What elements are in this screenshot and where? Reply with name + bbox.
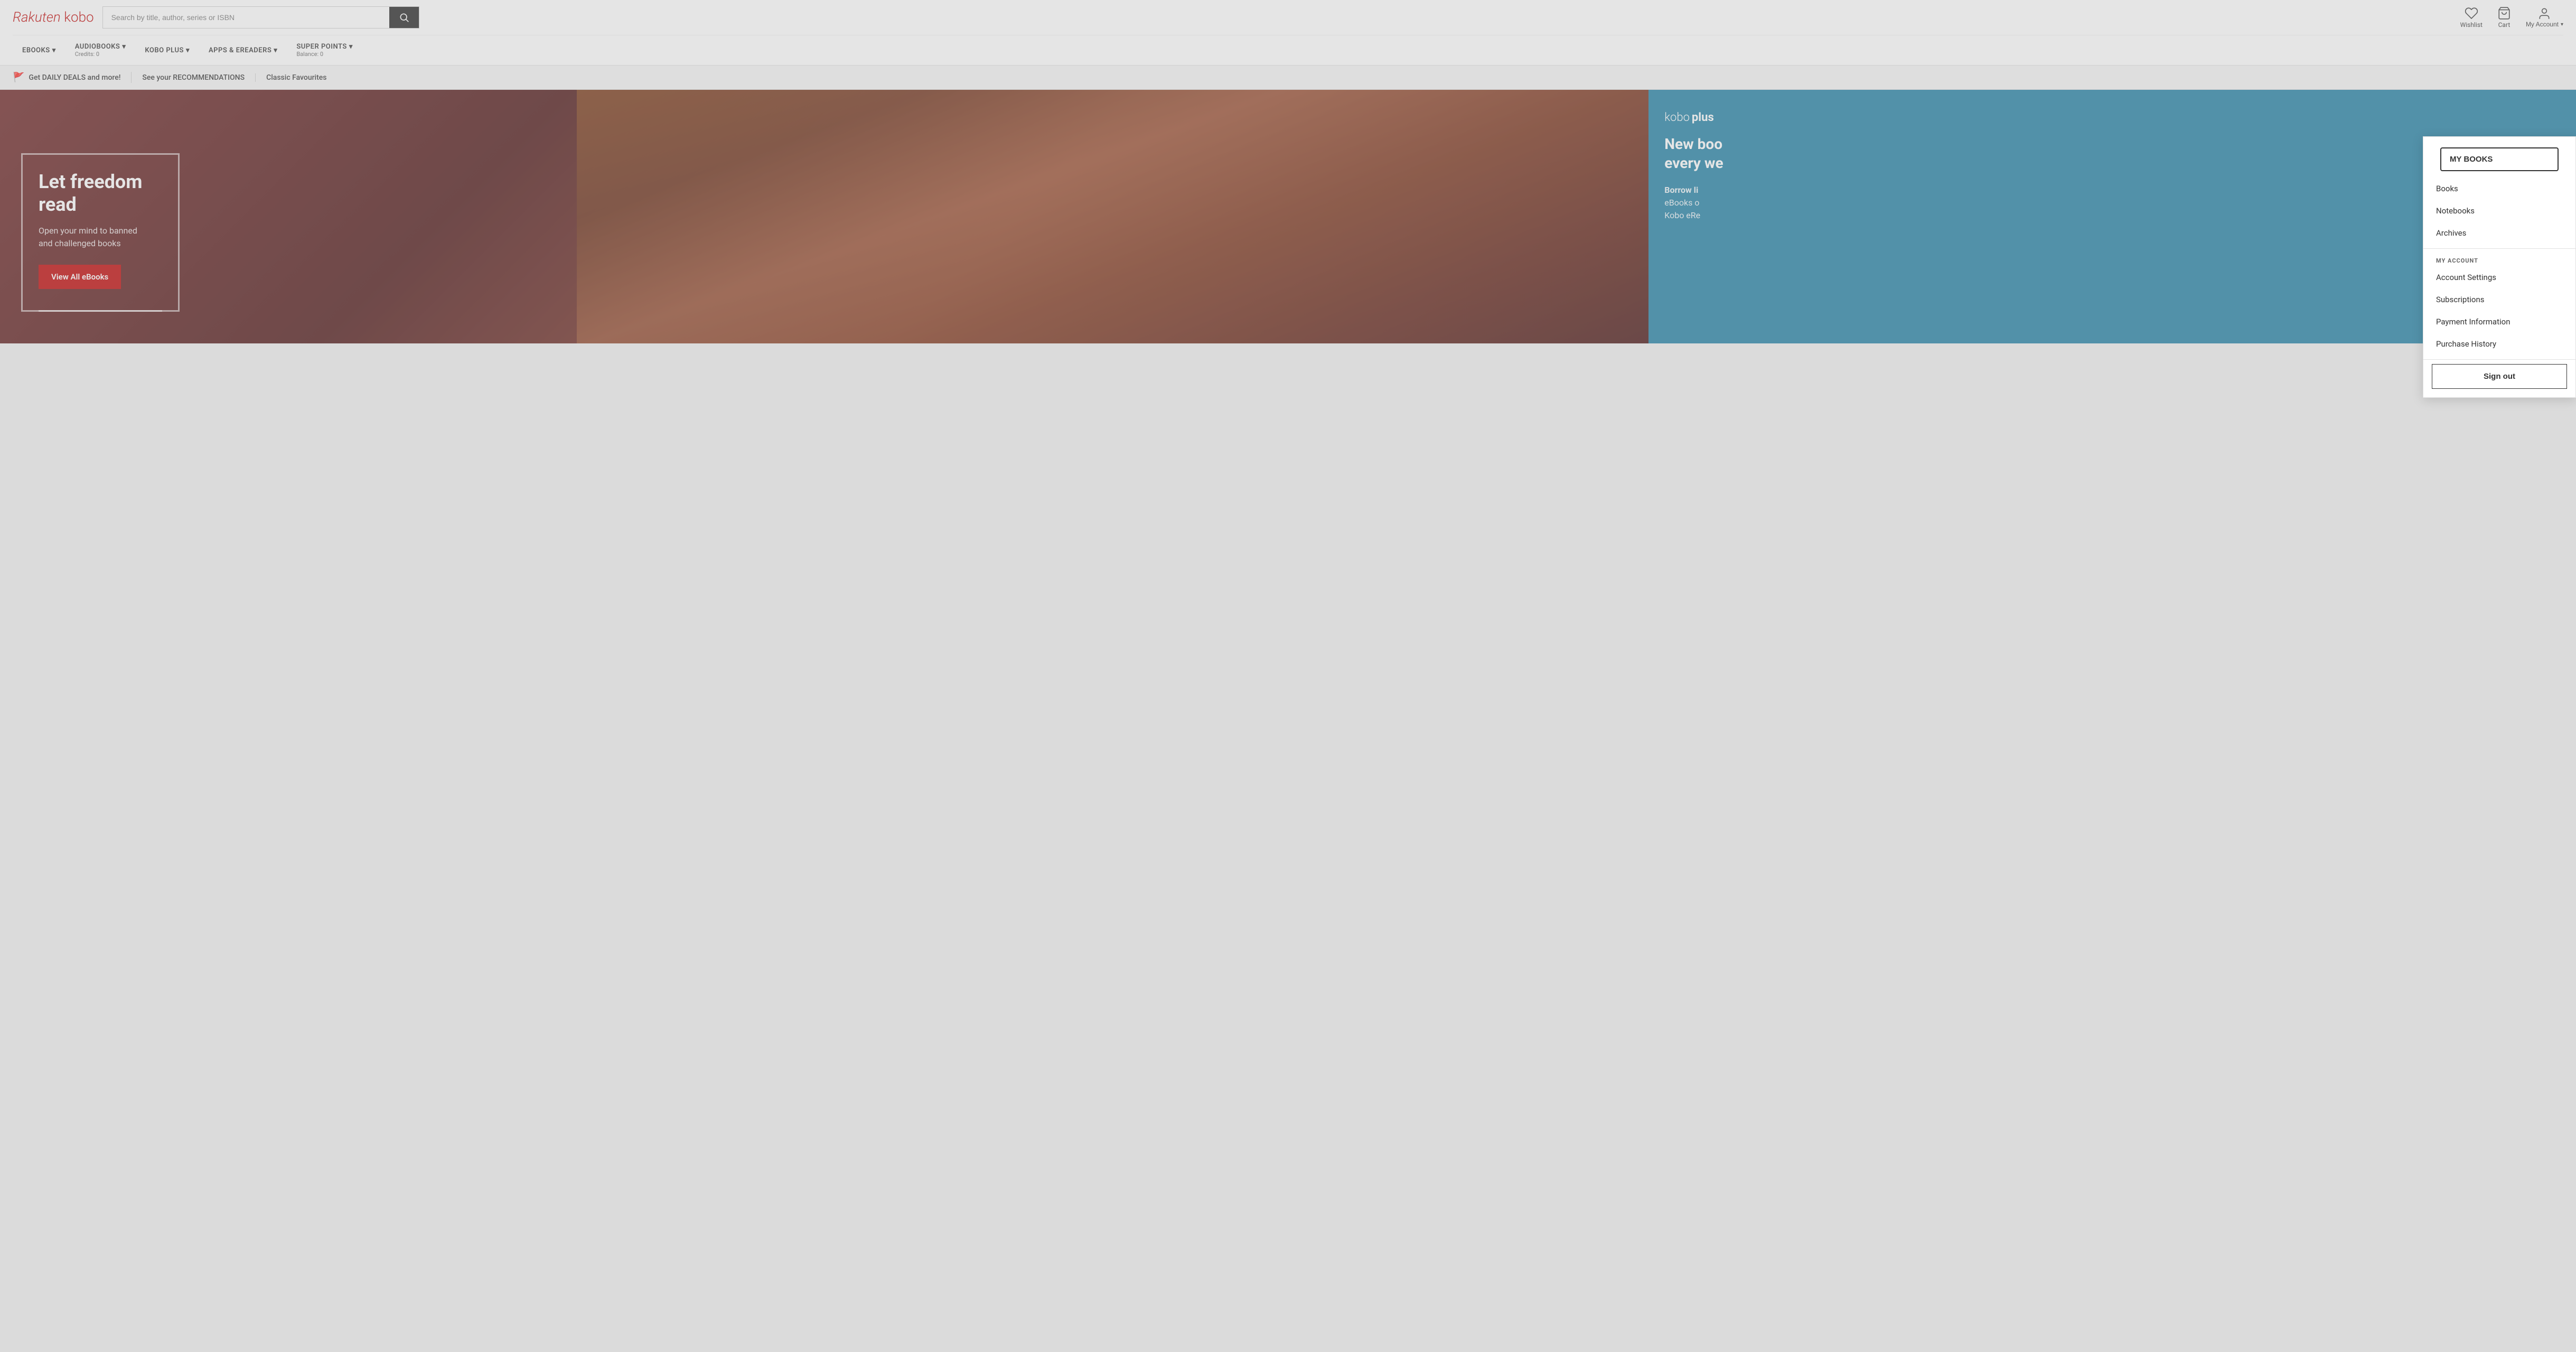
dropdown-books[interactable]: Books bbox=[2423, 178, 2575, 200]
hero-section: Let freedom read Open your mind to banne… bbox=[0, 90, 1648, 343]
search-icon bbox=[399, 12, 409, 23]
hero-content: Let freedom read Open your mind to banne… bbox=[0, 122, 201, 343]
dropdown-my-books-active[interactable]: MY BOOKS bbox=[2440, 147, 2559, 171]
logo-text: Rakuten kobo bbox=[13, 10, 94, 25]
promo-bar: 🚩 Get DAILY DEALS and more! See your REC… bbox=[0, 66, 2576, 90]
header-icons: Wishlist Cart My Account ▾ bbox=[2460, 6, 2563, 29]
dropdown-subscriptions[interactable]: Subscriptions bbox=[2423, 288, 2575, 311]
kobo-plus-badge: kobo plus bbox=[1664, 111, 2560, 124]
wishlist-button[interactable]: Wishlist bbox=[2460, 6, 2483, 29]
flag-icon: 🚩 bbox=[13, 72, 24, 83]
hero-border-box: Let freedom read Open your mind to banne… bbox=[21, 153, 180, 312]
heart-icon bbox=[2465, 6, 2478, 20]
kobo-plus-word: plus bbox=[1692, 111, 1714, 124]
promo-recommendations[interactable]: See your RECOMMENDATIONS bbox=[132, 73, 256, 82]
hero-cta-button[interactable]: View All eBooks bbox=[39, 265, 121, 289]
my-account-button[interactable]: My Account ▾ bbox=[2526, 7, 2563, 28]
nav-item-audiobooks[interactable]: AUDIOBOOKS ▾ Credits: 0 bbox=[65, 35, 136, 65]
search-input[interactable] bbox=[103, 7, 389, 28]
dropdown-notebooks[interactable]: Notebooks bbox=[2423, 200, 2575, 222]
nav-item-koboplus[interactable]: KOBO PLUS ▾ bbox=[135, 39, 199, 62]
cart-icon bbox=[2497, 6, 2511, 20]
dropdown-account-settings[interactable]: Account Settings bbox=[2423, 266, 2575, 288]
wishlist-label: Wishlist bbox=[2460, 21, 2483, 29]
chevron-down-icon: ▾ bbox=[2561, 22, 2563, 27]
search-container bbox=[102, 6, 419, 29]
header: Rakuten kobo Wishlist bbox=[0, 0, 2576, 66]
nav-item-superpoints[interactable]: SUPER POINTS ▾ Balance: 0 bbox=[287, 35, 362, 65]
hero-title: Let freedom read bbox=[39, 171, 162, 216]
dropdown-archives[interactable]: Archives bbox=[2423, 222, 2575, 244]
dropdown-menu: MY BOOKS Books Notebooks Archives MY ACC… bbox=[2423, 136, 2576, 398]
main-content: Let freedom read Open your mind to banne… bbox=[0, 90, 2576, 343]
nav-item-apps[interactable]: APPS & eREADERS ▾ bbox=[199, 39, 287, 62]
dropdown-purchase-history[interactable]: Purchase History bbox=[2423, 333, 2575, 355]
hero-subtitle: Open your mind to banned and challenged … bbox=[39, 225, 162, 250]
my-account-label: My Account ▾ bbox=[2526, 21, 2563, 28]
dropdown-my-account-label: MY ACCOUNT bbox=[2423, 253, 2575, 266]
hero-books-visual bbox=[577, 90, 1648, 343]
main-nav: eBOOKS ▾ AUDIOBOOKS ▾ Credits: 0 KOBO PL… bbox=[13, 35, 2563, 65]
dropdown-payment-info[interactable]: Payment Information bbox=[2423, 311, 2575, 333]
dropdown-divider-1 bbox=[2423, 248, 2575, 249]
audiobooks-credits: Credits: 0 bbox=[75, 51, 126, 58]
promo-classics[interactable]: Classic Favourites bbox=[256, 73, 337, 82]
cart-label: Cart bbox=[2498, 21, 2511, 29]
account-icon bbox=[2537, 7, 2551, 21]
kobo-brand-word: kobo bbox=[1664, 111, 1690, 124]
cart-button[interactable]: Cart bbox=[2497, 6, 2511, 29]
superpoints-balance: Balance: 0 bbox=[296, 51, 353, 58]
dropdown-divider-2 bbox=[2423, 359, 2575, 360]
promo-deals[interactable]: 🚩 Get DAILY DEALS and more! bbox=[13, 72, 132, 83]
nav-item-ebooks[interactable]: eBOOKS ▾ bbox=[13, 39, 65, 62]
search-button[interactable] bbox=[389, 7, 419, 28]
sign-out-button[interactable]: Sign out bbox=[2432, 364, 2567, 389]
logo[interactable]: Rakuten kobo bbox=[13, 10, 94, 25]
